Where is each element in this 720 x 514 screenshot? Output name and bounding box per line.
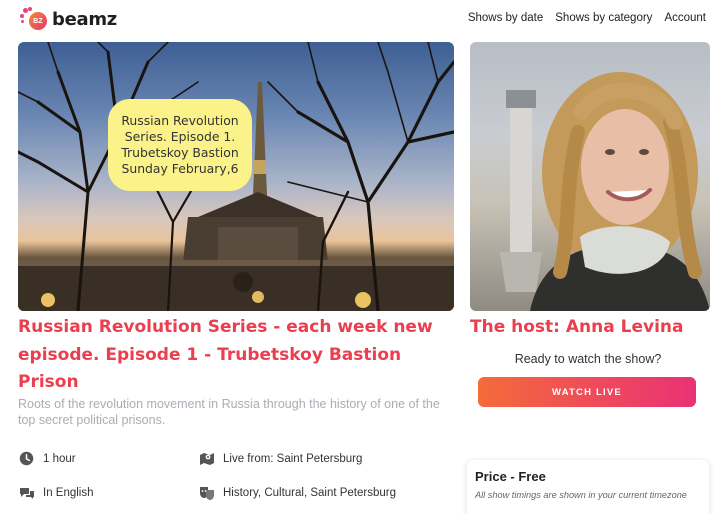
language-text: In English [43,486,94,499]
location-text: Live from: Saint Petersburg [223,452,363,465]
detail-duration: 1 hour [18,450,76,467]
chat-bubbles-icon [18,484,35,501]
clock-icon [18,450,35,467]
nav-shows-by-category[interactable]: Shows by category [555,12,652,24]
bubble-line: Russian Revolution [121,113,239,128]
watch-live-button[interactable]: WATCH LIVE [478,377,696,407]
price-card: Price - Free All show timings are shown … [467,460,709,514]
detail-language: In English [18,484,94,501]
detail-location: Live from: Saint Petersburg [198,450,362,467]
categories-text: History, Cultural, Saint Petersburg [223,486,396,499]
bubble-line: Series. Episode 1. [124,129,236,144]
site-header: BZ beamz Shows by date Shows by category… [0,0,720,38]
detail-categories: History, Cultural, Saint Petersburg [198,484,396,501]
nav-account[interactable]: Account [664,12,706,24]
nav-shows-by-date[interactable]: Shows by date [468,12,543,24]
bubble-line: Trubetskoy Bastion [121,145,239,160]
episode-info-bubble: Russian Revolution Series. Episode 1. Tr… [108,99,252,191]
map-icon [198,450,215,467]
host-photo [470,42,710,311]
timezone-note: All show timings are shown in your curre… [475,490,687,500]
logo-text: beamz [52,8,117,30]
logo-badge: BZ [29,12,47,30]
ready-prompt: Ready to watch the show? [514,352,662,366]
bubble-line: Sunday February,6 [121,161,239,176]
theater-masks-icon [198,484,215,501]
price-title: Price - Free [475,469,546,484]
host-title: The host: Anna Levina [470,317,684,337]
brand-logo[interactable]: BZ beamz [20,7,117,30]
show-title: Russian Revolution Series - each week ne… [18,317,433,392]
show-cover-image: Russian Revolution Series. Episode 1. Tr… [18,42,454,311]
show-description: Roots of the revolution movement in Russ… [18,397,440,427]
logo-icon: BZ [20,7,50,30]
duration-text: 1 hour [43,452,76,465]
host-portrait-illustration [500,72,710,311]
top-nav: Shows by date Shows by category Account [468,12,706,24]
